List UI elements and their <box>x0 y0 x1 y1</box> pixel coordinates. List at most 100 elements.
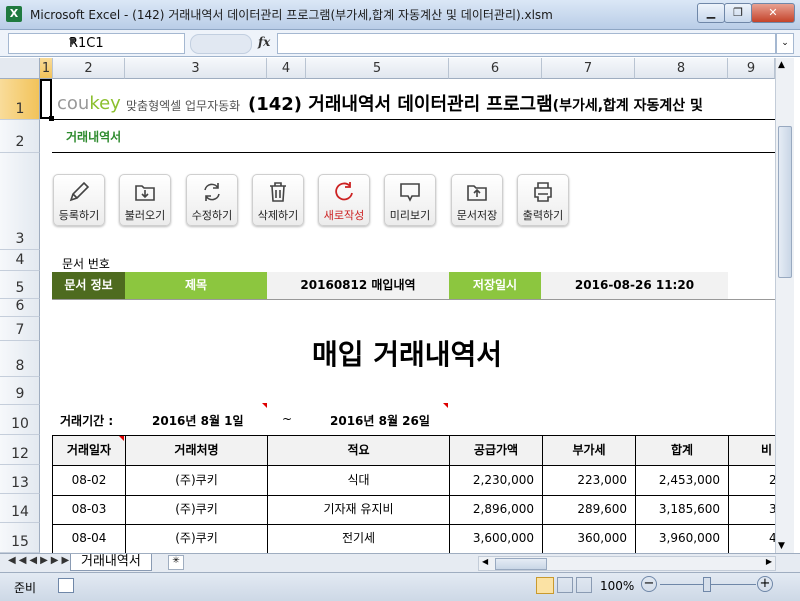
row-header[interactable]: 7 <box>0 317 40 341</box>
scroll-left-icon[interactable]: ◀ <box>482 557 488 566</box>
table-cell[interactable]: 2 <box>728 466 775 496</box>
active-cell[interactable] <box>40 79 52 119</box>
new-icon <box>335 182 353 201</box>
column-header[interactable]: 8 <box>635 58 728 79</box>
row-header[interactable]: 2 <box>0 120 40 153</box>
table-cell[interactable]: 3,600,000 <box>449 524 543 553</box>
load-button[interactable]: 불러오기 <box>119 174 171 226</box>
row-header[interactable]: 13 <box>0 465 40 494</box>
close-button[interactable]: ✕ <box>751 3 795 23</box>
normal-view-icon[interactable] <box>536 577 554 594</box>
page-layout-view-icon[interactable] <box>557 577 573 593</box>
row-header[interactable]: 9 <box>0 377 40 405</box>
table-cell[interactable]: (주)쿠키 <box>125 466 268 496</box>
macro-record-icon[interactable] <box>58 578 74 593</box>
table-cell[interactable]: 2,453,000 <box>635 466 729 496</box>
period-end[interactable]: 2016년 8월 26일 <box>330 412 430 429</box>
row-header[interactable]: 8 <box>0 341 40 377</box>
table-cell[interactable]: (주)쿠키 <box>125 495 268 525</box>
row-header[interactable]: 3 <box>0 153 40 250</box>
row-header[interactable]: 6 <box>0 298 40 317</box>
row-header[interactable]: 5 <box>0 271 40 299</box>
window-title-bar: X Microsoft Excel - (142) 거래내역서 데이터관리 프로… <box>0 0 800 30</box>
edit-button[interactable]: 수정하기 <box>186 174 238 226</box>
section-label: 거래내역서 <box>66 130 122 144</box>
delete-button[interactable]: 삭제하기 <box>252 174 304 226</box>
horizontal-scroll-thumb[interactable] <box>495 558 547 570</box>
table-cell[interactable]: 기자재 유지비 <box>267 495 450 525</box>
coukey-logo: coukey <box>57 93 121 114</box>
expand-formula-bar-icon[interactable]: ⌄ <box>776 33 794 54</box>
name-box[interactable]: R1C1 ▼ <box>8 33 185 54</box>
table-cell[interactable]: (주)쿠키 <box>125 524 268 553</box>
zoom-in-icon[interactable]: + <box>757 576 773 592</box>
print-button[interactable]: 출력하기 <box>517 174 569 226</box>
column-header[interactable]: 4 <box>267 58 306 79</box>
zoom-out-icon[interactable]: − <box>641 576 657 592</box>
row-header[interactable]: 12 <box>0 435 40 465</box>
table-cell[interactable]: 식대 <box>267 466 450 496</box>
row-header[interactable]: 1 <box>0 79 40 120</box>
table-cell[interactable]: 08-02 <box>52 466 126 496</box>
chevron-down-icon[interactable]: ▼ <box>69 37 181 47</box>
table-cell[interactable]: 전기세 <box>267 524 450 553</box>
scroll-up-icon[interactable]: ▲ <box>778 60 785 70</box>
column-header[interactable]: 3 <box>125 58 267 79</box>
table-header-vendor: 거래처명 <box>125 435 268 466</box>
column-header[interactable]: 1 <box>40 58 53 79</box>
table-cell[interactable]: 3 <box>728 495 775 525</box>
insert-function-icon[interactable]: fx <box>258 35 270 49</box>
saved-value[interactable]: 2016-08-26 11:20 <box>541 272 728 299</box>
table-cell[interactable]: 223,000 <box>542 466 636 496</box>
table-cell[interactable]: 2,230,000 <box>449 466 543 496</box>
vertical-scroll-thumb[interactable] <box>778 126 792 278</box>
table-header-supply: 공급가액 <box>449 435 543 466</box>
table-cell[interactable]: 360,000 <box>542 524 636 553</box>
table-cell[interactable]: 08-03 <box>52 495 126 525</box>
sheet-tab-transactions[interactable]: 거래내역서 <box>70 554 152 571</box>
column-header[interactable]: 6 <box>449 58 542 79</box>
new-button[interactable]: 새로작성 <box>318 174 370 226</box>
column-header[interactable]: 5 <box>306 58 449 79</box>
preview-button[interactable]: 미리보기 <box>384 174 436 226</box>
formula-input[interactable] <box>277 33 776 54</box>
column-header[interactable]: 2 <box>53 58 125 79</box>
minimize-button[interactable]: ▁ <box>697 3 725 23</box>
row-header[interactable]: 10 <box>0 405 40 435</box>
column-header[interactable]: 9 <box>728 58 775 79</box>
register-label: 등록하기 <box>58 209 100 222</box>
horizontal-scrollbar[interactable]: ◀ ▶ <box>478 556 776 571</box>
table-cell[interactable]: 3,960,000 <box>635 524 729 553</box>
monitor-icon <box>400 183 420 202</box>
doc-number-label: 문서 번호 <box>62 257 110 271</box>
row-header[interactable]: 14 <box>0 494 40 523</box>
period-label: 거래기간 : <box>60 414 114 428</box>
row-header[interactable]: 15 <box>0 523 40 553</box>
period-start[interactable]: 2016년 8월 1일 <box>152 412 244 429</box>
insert-sheet-icon[interactable]: ✳ <box>168 555 184 570</box>
table-cell[interactable]: 08-04 <box>52 524 126 553</box>
subject-value[interactable]: 20160812 매입내역 <box>267 272 449 299</box>
table-cell[interactable]: 4 <box>728 524 775 553</box>
page-break-view-icon[interactable] <box>576 577 592 593</box>
restore-button[interactable]: ❐ <box>724 3 752 23</box>
scroll-down-icon[interactable]: ▼ <box>778 541 785 551</box>
vertical-scrollbar[interactable]: ▲ ▼ <box>775 58 794 553</box>
table-cell[interactable]: 289,600 <box>542 495 636 525</box>
table-cell[interactable]: 2,896,000 <box>449 495 543 525</box>
scroll-right-icon[interactable]: ▶ <box>766 557 772 566</box>
zoom-slider-thumb[interactable] <box>703 577 711 592</box>
save-button[interactable]: 문서저장 <box>451 174 503 226</box>
row-header[interactable]: 4 <box>0 250 40 271</box>
table-header-note: 비 <box>728 435 775 466</box>
formula-bar-splitter[interactable] <box>190 34 252 54</box>
table-cell[interactable]: 3,185,600 <box>635 495 729 525</box>
column-header[interactable]: 7 <box>542 58 635 79</box>
excel-app-icon[interactable]: X <box>6 6 22 22</box>
sheet-nav-arrows-icon[interactable]: ◀◀◀▶▶▶ <box>8 555 72 566</box>
table-header-memo: 적요 <box>267 435 450 466</box>
zoom-level[interactable]: 100% <box>600 579 634 593</box>
select-all-corner[interactable] <box>0 58 40 79</box>
worksheet-grid[interactable]: coukey 맞춤형엑셀 업무자동화 (142) 거래내역서 데이터관리 프로그… <box>40 79 775 553</box>
register-button[interactable]: 등록하기 <box>53 174 105 226</box>
